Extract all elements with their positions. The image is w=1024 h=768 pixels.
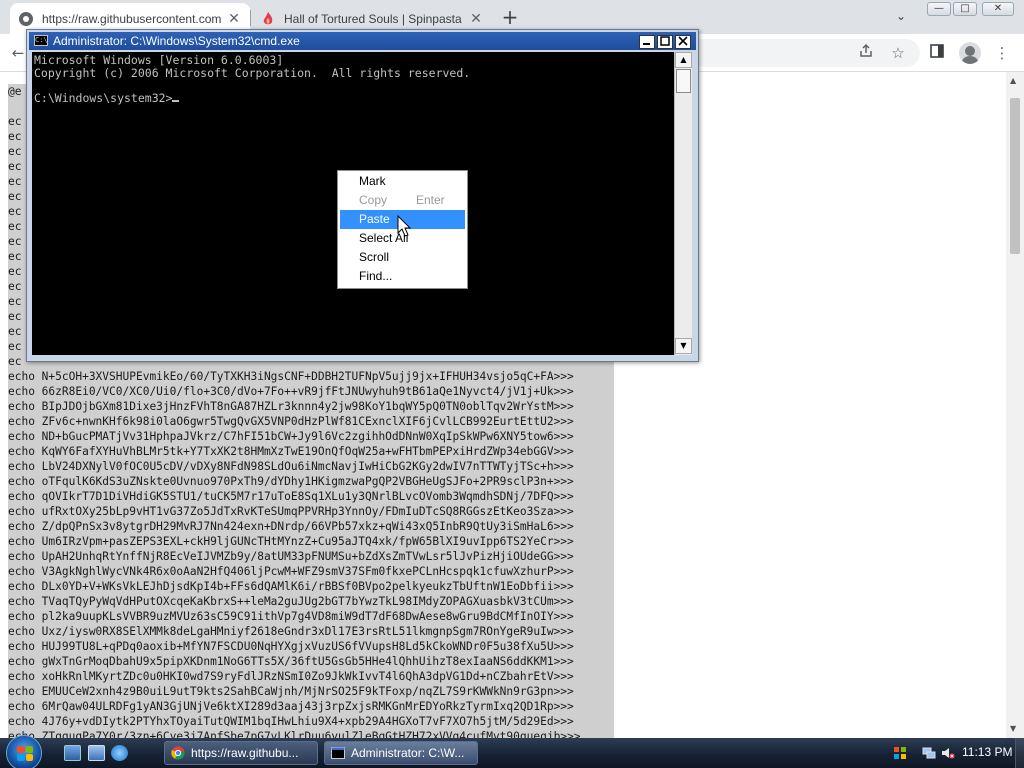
chrome-icon [171,746,185,760]
text-line: echo BIpJDOjbGXm81Dixe3jHnzFVhT8nGA87HZL… [8,400,574,413]
cmd-scroll-down-icon[interactable]: ▼ [675,338,692,354]
text-line: echo ZFv6c+nwnKHf6k98i0laO6gwr5TwgQvGX5V… [8,415,574,428]
more-menu-icon[interactable]: ⋮ [992,43,1012,63]
console-icon: C:\ [34,35,48,46]
text-line: echo 66zR8Ei0/VC0/XC0/Ui0/flo+3C0/dVo+7F… [8,385,574,398]
switch-windows-icon[interactable] [88,745,105,761]
windows-logo-icon [17,746,33,761]
text-cursor [172,99,180,102]
network-icon[interactable] [922,746,936,760]
tab-title: Hall of Tortured Souls | Spinpasta [284,11,462,26]
start-button[interactable] [6,735,42,768]
text-line: echo LbV24DXNylV0fOC0U5cDV/vDXy8NFdN98SL… [8,460,574,473]
text-line: echo UpAH2UnhqRtYnffNjR8EcVeIJVMZb9y/8at… [8,550,574,563]
text-line: echo N+5cOH+3XVSHUPEvmikEo/60/TyTXKH3iNg… [8,370,574,383]
text-line: echo HUJ99TU8L+qPDq0aoxib+MfYN7FSCDU0NqH… [8,640,574,653]
text-line: echo 4J76y+vdDIytk2PTYhxTOyaiTutQWIM1bqI… [8,715,574,728]
cmd-window-title: Administrator: C:\Windows\System32\cmd.e… [53,34,300,48]
globe-icon [19,11,33,26]
minimize-window-button[interactable]: — [927,2,951,16]
scroll-down-arrow-icon[interactable]: ▼ [1010,724,1016,733]
text-line: echo ufRxtOXy25bLp9vHT1vG37Zo5JdTxRvKTeS… [8,505,574,518]
page-scrollbar[interactable]: ▲ ▼ [1006,72,1024,738]
new-tab-button[interactable]: + [498,7,522,27]
close-tab-icon[interactable]: ✕ [468,10,484,27]
taskbar: https://raw.githubu... Administrator: C:… [0,735,1024,768]
console-icon [331,747,345,759]
cmd-scroll-up-icon[interactable]: ▲ [675,52,692,68]
minimize-icon: — [934,3,944,14]
text-line: echo V3AgkNghlWycVNk4R6x0oAaN2HfQ406ljPc… [8,565,574,578]
tab-separator [250,10,251,26]
side-panel-icon[interactable] [927,43,947,63]
menu-item-label: Copy [359,193,388,207]
text-line: echo Z/dpQPnSx3v8ytgrDH29MvRJ7Nn424exn+D… [8,520,574,533]
menu-item-find[interactable]: Find... [340,267,465,286]
back-arrow-icon[interactable]: ← [8,43,28,63]
menu-item-scroll[interactable]: Scroll [340,248,465,267]
console-text: Microsoft Windows [Version 6.0.6003] Cop… [34,53,471,105]
cmd-title-bar[interactable]: C:\ Administrator: C:\Windows\System32\c… [29,32,696,50]
cmd-scrollbar[interactable]: ▲ ▼ [674,52,692,355]
close-window-button[interactable]: ✕ [982,2,1014,16]
share-icon[interactable] [856,43,876,63]
maximize-icon: □ [960,3,970,14]
taskbar-chrome-button[interactable]: https://raw.githubu... [164,741,318,765]
text-line: echo ND+bGucPMATjVv31HphpaJVkrz/C7hFI51b… [8,430,574,443]
cmd-scrollbar-thumb[interactable] [676,69,691,93]
text-line: echo ZTqquqPa7Y0r/3zn+6Cye3j7AnfSbe7pG7v… [8,730,581,738]
bookmark-star-icon[interactable]: ☆ [888,43,908,63]
text-line: echo xoHkRnlMKyrtZDc0u0HKI0wd7S9ryFdlJRz… [8,670,574,683]
close-icon: ✕ [993,3,1003,14]
text-line: echo 6MrQaw04ULRDFg1yAN3GjUNjVe6ktXI289d… [8,700,574,713]
close-tab-icon[interactable]: ✕ [226,10,242,27]
text-line: echo Uxz/iysw0RX8SElXMMk8deLgaHMniyf2618… [8,625,574,638]
text-line: echo KqWY6FafXYHuVhBLMr5tk+Y7TxXK2t8HMmX… [8,445,574,458]
show-desktop-button[interactable] [1015,738,1024,768]
taskbar-clock[interactable]: 11:13 PM [962,745,1012,759]
menu-item-label: Mark [359,174,386,188]
taskbar-button-label: Administrator: C:\W... [351,746,465,760]
taskbar-button-label: https://raw.githubu... [191,746,299,760]
menu-item-label: Scroll [359,250,390,264]
scroll-up-arrow-icon[interactable]: ▲ [1010,76,1016,85]
cmd-minimize-button[interactable] [639,35,655,49]
mouse-pointer-icon [397,215,412,237]
maximize-window-button[interactable]: □ [953,2,977,16]
internet-explorer-icon[interactable] [111,745,128,761]
text-line: echo pl2ka9uupKLsVVBR9uzMVUz63sC59C91ith… [8,610,574,623]
chevron-down-icon[interactable]: ⌄ [896,9,906,23]
cmd-maximize-button[interactable] [657,35,673,49]
text-line: echo gWxTnGrMoqDbahU9x5pipXKDnm1NoG6TTs5… [8,655,574,668]
text-line: echo TVaqTQyPyWqVdHPutOXcqeKaKbrxS++leMa… [8,595,574,608]
text-line: echo oTFqulK6KdS3uZNskte0Uvnuo970PxTh9/d… [8,475,574,488]
menu-item-mark[interactable]: Mark [340,172,465,191]
text-line: echo qOVIkrT7D1DiVHdiGK5STU1/tuCK5M7r17u… [8,490,574,503]
text-line: echo DLx0YD+V+WKsVkLEJhDjsdKpI4b+FFs6dQA… [8,580,574,593]
scrollbar-thumb[interactable] [1010,98,1020,254]
tab-title: https://raw.githubusercontent.com [42,11,222,26]
profile-avatar[interactable] [959,42,981,64]
menu-item-copy[interactable]: Copy Enter [340,191,465,210]
text-line: echo EMUUCeW2xnh4z9B0uiL9utT9kts2SahBCaW… [8,685,574,698]
flame-icon [263,11,273,24]
text-line: echo Um6IRzVpm+pasZEPS3EXL+ckH9ljGUNcTHt… [8,535,574,548]
cmd-close-button[interactable] [675,35,691,49]
menu-item-label: Paste [359,212,390,226]
menu-item-shortcut: Enter [416,193,445,207]
volume-muted-icon[interactable] [941,746,955,760]
show-desktop-icon[interactable] [64,745,81,761]
windows-flag-tray-icon[interactable] [893,746,907,760]
menu-item-label: Find... [359,269,393,283]
taskbar-cmd-button[interactable]: Administrator: C:\W... [324,741,478,765]
